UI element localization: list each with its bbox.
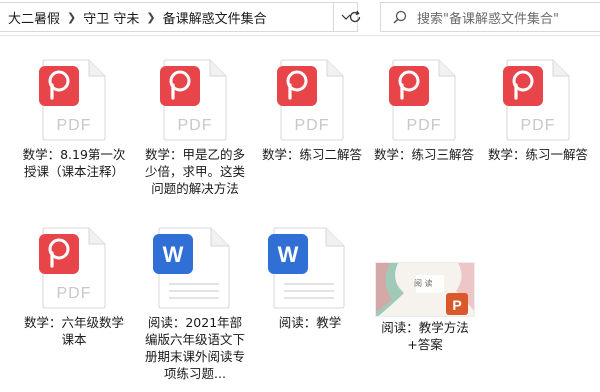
- word-file-icon: W: [268, 227, 345, 309]
- word-file-icon: W: [153, 227, 230, 309]
- ppt-thumbnail[interactable]: P 阅 读: [375, 262, 475, 317]
- file-name: 数学：六年级数学课本: [23, 315, 124, 347]
- pdf-file-icon: PDF: [389, 59, 456, 141]
- search-placeholder: 搜索"备课解惑文件集合": [417, 11, 559, 27]
- file-item[interactable]: W 阅读：教学: [258, 226, 362, 331]
- file-item[interactable]: 阅读：教学方法+答案: [373, 319, 477, 353]
- search-icon: [393, 10, 407, 24]
- file-name: 数学：甲是乙的多少倍，求甲。这类问题的解决方法: [144, 147, 245, 196]
- thumbnail-title: 阅 读: [414, 279, 433, 288]
- svg-text:PDF: PDF: [295, 117, 330, 134]
- svg-text:PDF: PDF: [57, 117, 92, 134]
- file-name: 数学：练习二解答: [261, 147, 362, 162]
- refresh-button[interactable]: [340, 2, 370, 32]
- svg-text:P: P: [452, 297, 461, 313]
- file-name: 阅读：2021年部编版六年级语文下册期末课外阅读专项练习题...: [144, 315, 245, 381]
- pdf-file-icon: PDF: [39, 227, 106, 309]
- svg-text:PDF: PDF: [407, 117, 442, 134]
- svg-text:PDF: PDF: [178, 117, 213, 134]
- pdf-file-icon: PDF: [503, 59, 570, 141]
- file-name: 阅读：教学: [278, 315, 342, 330]
- file-item[interactable]: PDF 数学：练习三解答: [372, 58, 476, 163]
- file-name: 数学：8.19第一次授课（课本注释）: [22, 147, 126, 179]
- breadcrumb-item-3[interactable]: 备课解惑文件集合: [161, 8, 269, 27]
- svg-text:PDF: PDF: [521, 117, 556, 134]
- pdf-file-icon: PDF: [277, 59, 344, 141]
- pdf-file-icon: PDF: [39, 59, 106, 141]
- chevron-right-icon[interactable]: ❯: [62, 11, 81, 24]
- file-name: 数学：练习一解答: [487, 147, 588, 162]
- svg-text:W: W: [278, 242, 299, 267]
- file-item[interactable]: W 阅读：2021年部编版六年级语文下册期末课外阅读专项练习题...: [143, 226, 247, 382]
- address-bar[interactable]: 大二暑假 ❯ 守卫 守未 ❯ 备课解惑文件集合: [0, 2, 334, 32]
- breadcrumb-item-2[interactable]: 守卫 守未: [81, 8, 141, 27]
- search-box[interactable]: 搜索"备课解惑文件集合": [380, 2, 600, 32]
- svg-text:PDF: PDF: [57, 285, 92, 302]
- file-item[interactable]: PDF 数学：练习二解答: [260, 58, 364, 163]
- breadcrumb-item-1[interactable]: 大二暑假: [0, 8, 62, 27]
- file-item[interactable]: PDF 数学：8.19第一次授课（课本注释）: [22, 58, 126, 180]
- chevron-right-icon[interactable]: ❯: [141, 11, 160, 24]
- svg-text:W: W: [163, 242, 184, 267]
- refresh-icon: [349, 10, 361, 23]
- explorer-toolbar: 大二暑假 ❯ 守卫 守未 ❯ 备课解惑文件集合 搜索"备课解惑文件集合": [0, 0, 600, 36]
- file-name: 数学：练习三解答: [373, 147, 474, 162]
- file-item[interactable]: PDF 数学：甲是乙的多少倍，求甲。这类问题的解决方法: [143, 58, 247, 197]
- file-name: 阅读：教学方法+答案: [381, 320, 469, 352]
- file-item[interactable]: PDF 数学：练习一解答: [486, 58, 590, 163]
- pdf-file-icon: PDF: [160, 59, 227, 141]
- thumbnail-art-icon: P: [376, 263, 474, 316]
- file-item[interactable]: PDF 数学：六年级数学课本: [22, 226, 126, 348]
